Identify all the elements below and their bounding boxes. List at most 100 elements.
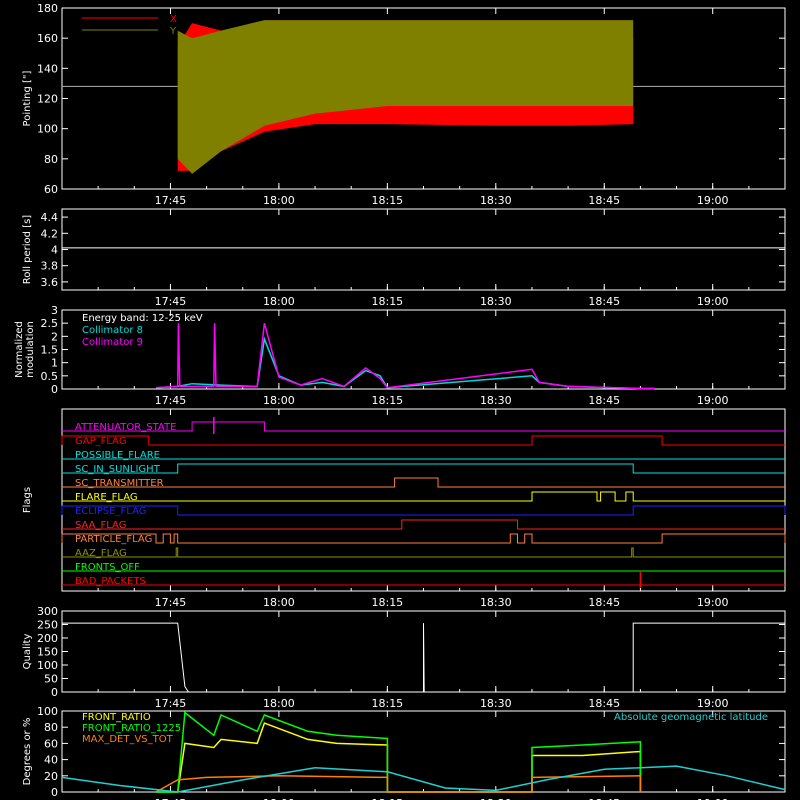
y-axis-title: Normalized xyxy=(14,321,25,378)
legend-label: MAX_DET_VS_TOT xyxy=(82,734,174,745)
legend-label: FRONT_RATIO xyxy=(82,712,151,723)
panel-roll: 17:45 18:00 18:15 18:30 18:45 19:00 3.6 3.8 4 4.2… xyxy=(22,208,786,308)
flag-label: POSSIBLE_FLARE xyxy=(75,450,160,461)
flag-trace-saa_flag xyxy=(62,519,785,530)
x-tick-label: 19:00 xyxy=(697,697,729,710)
x-tick-label: 18:45 xyxy=(588,394,620,407)
y-axis-title: Degrees or % xyxy=(22,718,33,786)
x-tick-label: 17:45 xyxy=(155,394,187,407)
y-tick-label: 160 xyxy=(37,32,58,45)
y-tick-label: 100 xyxy=(37,123,58,136)
flag-trace-particle_flag xyxy=(61,533,786,544)
x-tick-label: 19:00 xyxy=(697,194,729,207)
y-tick-label: 3 xyxy=(51,304,58,317)
y-tick-label: 4 xyxy=(51,244,58,257)
series-line-collimator-9 xyxy=(155,323,655,390)
y-tick-label: 250 xyxy=(37,619,58,632)
chart-canvas: 17:45 18:00 18:15 18:30 18:45 19:00 60 80 100 120… xyxy=(14,2,786,800)
panel-quality: 17:45 18:00 18:15 18:30 18:45 19:000501001502… xyxy=(22,605,786,710)
series-line-front_ratio_1225 xyxy=(156,711,642,793)
legend-label: FRONT_RATIO_1225 xyxy=(82,723,181,734)
energy-band-annotation: Energy band: 12-25 keV xyxy=(82,313,203,324)
x-tick-label: 18:15 xyxy=(371,295,403,308)
y-tick-label: 120 xyxy=(37,93,58,106)
series-line-collimator-8 xyxy=(155,336,655,390)
y-tick-label: 300 xyxy=(37,605,58,618)
flag-label: FLARE_FLAG xyxy=(75,492,138,503)
y-axis-title: Pointing ["] xyxy=(22,70,33,126)
x-tick-label: 18:00 xyxy=(263,697,295,710)
y-tick-label: 2.5 xyxy=(41,317,59,330)
x-tick-label: 18:30 xyxy=(480,596,512,609)
series-line-front_ratio xyxy=(156,722,642,793)
flag-label: PARTICLE_FLAG xyxy=(75,534,152,545)
legend-label: Collimator 8 xyxy=(82,325,143,336)
y-tick-label: 100 xyxy=(37,705,58,718)
y-tick-label: 0 xyxy=(51,383,58,396)
y-tick-label: 1.5 xyxy=(41,344,59,357)
flag-trace-sc_transmitter xyxy=(62,477,785,488)
flag-label: GAP_FLAG xyxy=(75,436,127,447)
y-tick-label: 60 xyxy=(44,737,58,750)
y-tick-label: 3.8 xyxy=(41,260,59,273)
x-tick-label: 17:45 xyxy=(155,295,187,308)
flag-label: ECLIPSE_FLAG xyxy=(75,506,146,517)
x-tick-label: 18:15 xyxy=(371,596,403,609)
x-tick-label: 18:00 xyxy=(263,194,295,207)
flag-label: AAZ_FLAG xyxy=(75,548,127,559)
x-tick-label: 18:30 xyxy=(480,697,512,710)
x-tick-label: 18:45 xyxy=(588,697,620,710)
x-tick-label: 19:00 xyxy=(697,394,729,407)
legend-label: Y xyxy=(169,26,177,37)
x-tick-label: 19:00 xyxy=(697,295,729,308)
y-axis-title: Roll period [s] xyxy=(22,215,33,284)
y-tick-label: 40 xyxy=(44,754,58,767)
legend-label: Collimator 9 xyxy=(82,337,143,348)
y-tick-label: 150 xyxy=(37,646,58,659)
x-tick-label: 18:00 xyxy=(263,596,295,609)
y-tick-label: 200 xyxy=(37,632,58,645)
y-tick-label: 100 xyxy=(37,659,58,672)
flag-label: FRONTS_OFF xyxy=(75,562,140,573)
x-tick-label: 18:45 xyxy=(588,194,620,207)
y-tick-label: 60 xyxy=(44,183,58,196)
y-tick-label: 80 xyxy=(44,153,58,166)
legend-label: Absolute geomagnetic latitude xyxy=(614,712,768,723)
y-tick-label: 50 xyxy=(44,673,58,686)
series-line xyxy=(62,622,785,693)
x-tick-label: 18:45 xyxy=(588,295,620,308)
x-tick-label: 18:30 xyxy=(480,295,512,308)
y-tick-label: 2 xyxy=(51,330,58,343)
flag-label: SC_IN_SUNLIGHT xyxy=(75,464,161,475)
y-tick-label: 4.4 xyxy=(41,211,59,224)
y-tick-label: 4.2 xyxy=(41,227,59,240)
panel-modulation: 17:45 18:00 18:15 18:30 18:45 19:00 00.511.522… xyxy=(14,304,786,407)
x-tick-label: 17:45 xyxy=(155,194,187,207)
x-tick-label: 18:45 xyxy=(588,596,620,609)
legend-label: X xyxy=(170,14,177,25)
x-tick-label: 17:45 xyxy=(155,697,187,710)
y-tick-label: 0 xyxy=(51,686,58,699)
flag-trace-aaz_flag xyxy=(62,547,785,558)
plot-frame xyxy=(61,208,786,291)
x-tick-label: 18:00 xyxy=(263,295,295,308)
y-axis-title: modulation xyxy=(25,321,36,378)
series-band-y xyxy=(177,20,634,174)
plot-frame xyxy=(61,408,786,592)
y-tick-label: 0 xyxy=(51,786,58,799)
x-tick-label: 18:30 xyxy=(480,194,512,207)
y-tick-label: 80 xyxy=(44,721,58,734)
y-tick-label: 3.6 xyxy=(41,276,59,289)
y-tick-label: 0.5 xyxy=(41,370,59,383)
y-tick-label: 180 xyxy=(37,2,58,15)
flag-label: SC_TRANSMITTER xyxy=(75,478,164,489)
x-tick-label: 18:15 xyxy=(371,697,403,710)
y-tick-label: 20 xyxy=(44,770,58,783)
x-tick-label: 18:15 xyxy=(371,394,403,407)
y-axis-title: Quality xyxy=(22,634,33,670)
panel-ratios: 17:4518:0018:1518:3018:4519:000204060801… xyxy=(22,705,786,800)
y-tick-label: 140 xyxy=(37,62,58,75)
flag-label: ATTENUATOR_STATE xyxy=(75,422,176,433)
chart-root: 17:45 18:00 18:15 18:30 18:45 19:00 60 80 100 120… xyxy=(0,0,800,800)
y-axis-title: Flags xyxy=(22,487,33,513)
